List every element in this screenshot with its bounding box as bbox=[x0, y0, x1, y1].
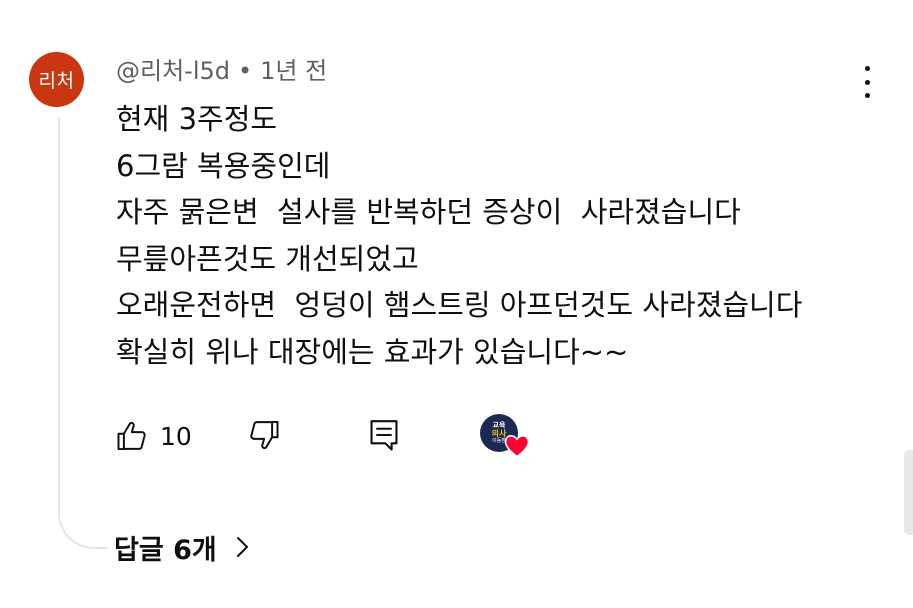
comment-text: 현재 3주정도 6그람 복용중인데 자주 묽은변 설사를 반복하던 증상이 사라… bbox=[116, 96, 876, 375]
more-options-button[interactable] bbox=[852, 64, 882, 100]
comment-line: 오래운전하면 엉덩이 햄스트링 아프던것도 사라졌습니다 bbox=[116, 288, 803, 322]
vertical-dots-icon bbox=[864, 66, 870, 71]
scroll-indicator[interactable] bbox=[904, 450, 913, 535]
creator-avatar-text: 교육 bbox=[492, 421, 506, 429]
chevron-right-icon bbox=[236, 537, 248, 557]
avatar-text: 리처 bbox=[38, 70, 75, 92]
comment-line: 6그람 복용중인데 bbox=[116, 148, 331, 183]
meta-separator: • bbox=[238, 57, 253, 85]
avatar[interactable]: 리처 bbox=[29, 52, 84, 107]
comment-line: 무릎아픈것도 개선되었고 bbox=[116, 241, 419, 276]
replies-count-label: 답글 6개 bbox=[114, 534, 217, 566]
comment-line: 확실히 위나 대장에는 효과가 있습니다~~ bbox=[116, 334, 629, 369]
heart-icon bbox=[504, 434, 530, 458]
comment-header: @리처-l5d • 1년 전 bbox=[116, 56, 327, 86]
reply-button[interactable] bbox=[367, 417, 401, 457]
comment-line: 현재 3주정도 bbox=[116, 102, 278, 136]
thumb-up-icon bbox=[117, 421, 146, 451]
like-button[interactable]: 10 bbox=[114, 416, 192, 456]
comment-timestamp[interactable]: 1년 전 bbox=[260, 57, 327, 85]
creator-heart-badge: 교육 의사 이동환 bbox=[480, 414, 532, 462]
dislike-button[interactable] bbox=[246, 417, 282, 457]
author-handle[interactable]: @리처-l5d bbox=[116, 57, 230, 85]
comment-actions: 10 교육 의사 이동환 bbox=[0, 414, 913, 458]
reply-comment-icon bbox=[370, 420, 398, 451]
thread-connector-line bbox=[58, 117, 108, 549]
like-count: 10 bbox=[160, 421, 192, 451]
view-replies-button[interactable]: 답글 6개 bbox=[114, 527, 249, 567]
comment-line: 자주 묽은변 설사를 반복하던 증상이 사라졌습니다 bbox=[116, 195, 741, 229]
thumb-down-icon bbox=[250, 420, 279, 450]
